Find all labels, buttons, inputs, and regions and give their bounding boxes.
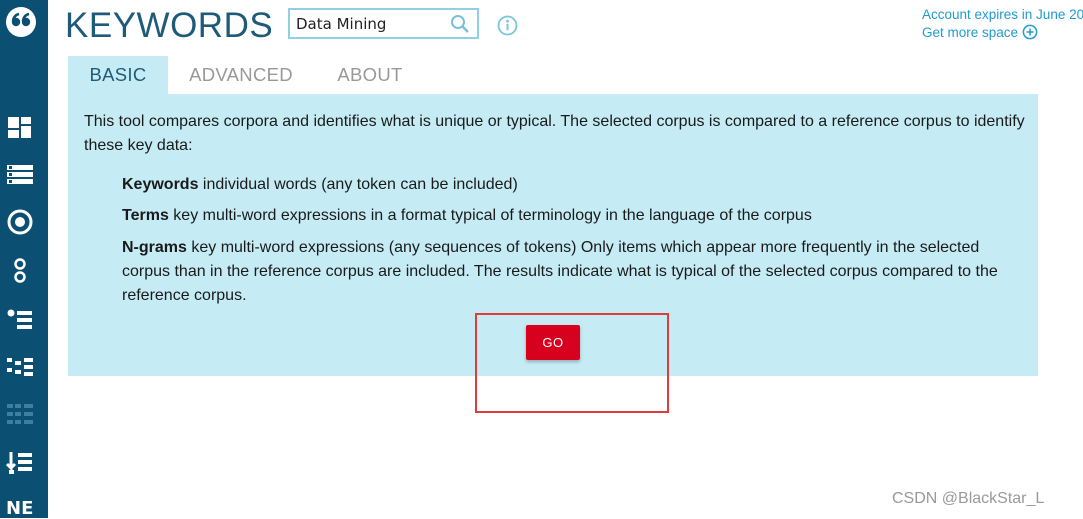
tab-advanced[interactable]: ADVANCED xyxy=(176,56,306,94)
item-term: Keywords xyxy=(122,176,199,193)
page-title: KEYWORDS xyxy=(65,6,274,45)
list-item: Terms key multi-word expressions in a fo… xyxy=(122,204,1022,228)
tab-basic[interactable]: BASIC xyxy=(68,56,168,94)
columns-icon[interactable] xyxy=(6,355,34,383)
intro-text: This tool compares corpora and identifie… xyxy=(84,113,1025,154)
info-icon[interactable] xyxy=(497,15,518,40)
item-description: key multi-word expressions in a format t… xyxy=(168,207,812,224)
account-expiry-link[interactable]: Account expires in June 2022 xyxy=(922,5,1083,24)
faded-columns-icon[interactable] xyxy=(6,402,34,430)
dashboard-icon[interactable] xyxy=(6,115,34,143)
tab-about[interactable]: ABOUT xyxy=(320,56,420,94)
sort-icon[interactable] xyxy=(6,450,34,478)
search-box[interactable] xyxy=(288,8,479,39)
logo-icon[interactable] xyxy=(5,6,36,37)
watermark: CSDN @BlackStar_L xyxy=(892,490,1045,507)
plus-circle-icon xyxy=(1022,24,1038,43)
item-description: key multi-word expressions (any sequence… xyxy=(122,239,998,304)
sidebar: NE xyxy=(0,0,48,518)
item-term: N-grams xyxy=(122,239,187,256)
get-more-space-link[interactable]: Get more space xyxy=(922,24,1038,43)
bullet-list-icon[interactable] xyxy=(6,308,34,336)
list-item: N-grams key multi-word expressions (any … xyxy=(122,236,1022,308)
item-description: individual words (any token can be inclu… xyxy=(198,176,518,193)
item-term: Terms xyxy=(122,207,169,224)
ne-icon[interactable]: NE xyxy=(6,500,34,518)
get-more-space-label: Get more space xyxy=(922,25,1019,40)
list-item: Keywords individual words (any token can… xyxy=(122,173,1022,197)
search-icon[interactable] xyxy=(450,14,470,38)
target-icon[interactable] xyxy=(6,208,34,236)
search-input[interactable] xyxy=(296,14,446,34)
nodes-icon[interactable] xyxy=(6,256,34,284)
list-icon[interactable] xyxy=(6,163,34,191)
annotation-highlight-box xyxy=(475,313,669,413)
